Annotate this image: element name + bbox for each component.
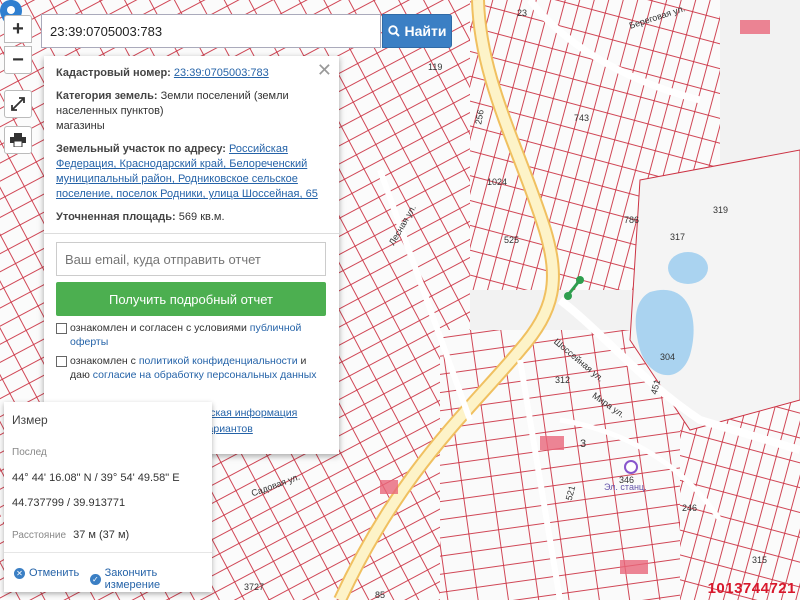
measure-coords-decimal: 44.737799 / 39.913771 [12,497,126,509]
consent-offer-text: ознакомлен и согласен с условиями [70,322,247,334]
cadastral-row: Кадастровый номер: 23:39:0705003:783 [56,66,327,81]
parcel-number: 317 [670,232,686,242]
measure-point-end [576,276,584,284]
cadastral-label: Кадастровый номер: [56,67,171,79]
parcel-number: 304 [660,352,676,362]
area-value: 569 кв.м. [178,211,225,223]
privacy-policy-link[interactable]: политикой конфиденциальности [139,355,298,367]
finish-measure-button[interactable]: ✓ Закончить измерение [90,567,212,591]
print-button[interactable] [4,126,32,154]
fullscreen-button[interactable] [4,90,32,118]
distance-label: Расстояние [12,530,67,541]
check-icon: ✓ [90,573,101,585]
consent-offer-checkbox[interactable] [56,323,67,334]
cancel-label: Отменить [29,567,80,579]
zoom-out-button[interactable]: − [4,46,32,74]
cancel-icon: ✕ [14,567,25,579]
category-label: Категория земель: [56,90,158,102]
consent-privacy-row: ознакомлен с политикой конфиденциальност… [56,354,327,382]
building-1 [540,436,564,450]
measure-divider [4,552,212,553]
poi-icon[interactable] [624,460,638,474]
consent-privacy-checkbox[interactable] [56,356,67,367]
parcel-number: 246 [682,503,698,513]
parcel-number: 525 [504,235,520,245]
parcel-number: 3 [580,438,587,450]
zoom-in-button[interactable]: + [4,15,32,43]
parcel-number: 119 [428,62,443,72]
close-icon[interactable]: ✕ [317,60,332,81]
area-row: Уточненная площадь: 569 кв.м. [56,210,327,225]
cancel-measure-button[interactable]: ✕ Отменить [14,567,79,579]
parcel-number: 312 [555,375,571,385]
measure-point-start [564,292,572,300]
poi-label: Эл. станц. [604,482,647,492]
address-label: Земельный участок по адресу: [56,143,226,155]
consent-offer-row: ознакомлен и согласен с условиями публич… [56,321,327,349]
pond-north [668,252,708,284]
distance-value: 37 м (37 м) [73,529,130,541]
fullscreen-icon [11,97,25,111]
cadastral-search-input[interactable] [41,14,381,48]
search-button-label: Найти [404,23,447,39]
category-row: Категория земель: Земли поселений (земли… [56,89,327,134]
building-2 [620,560,648,574]
parcel-number: 23 [517,8,528,18]
address-row: Земельный участок по адресу: Российская … [56,142,327,202]
measure-title: Измер [12,413,48,427]
measure-distance-row: Расстояние 37 м (37 м) [12,529,129,541]
finish-label: Закончить измерение [104,567,161,591]
measurement-panel: Измер Послед 44° 44' 16.08" N / 39° 54' … [4,402,212,592]
category-use: магазины [56,120,105,132]
search-icon [387,25,400,37]
measure-coords-dms: 44° 44' 16.08" N / 39° 54' 49.58" E [12,472,180,484]
get-report-button[interactable]: Получить подробный отчет [56,282,326,316]
listing-id-watermark: 1013744721 [707,580,796,597]
data-processing-link[interactable]: согласие на обработку персональных данны… [93,369,317,381]
cadastral-number-link[interactable]: 23:39:0705003:783 [174,67,269,79]
measure-subtitle: Послед [12,447,47,458]
parcel-number: 85 [375,590,386,600]
parcel-number: 315 [752,555,768,565]
email-input[interactable] [56,242,326,276]
print-icon [10,133,26,147]
parcel-number: 743 [574,113,590,123]
building-4 [380,480,398,494]
parcel-number: 319 [713,205,729,215]
consent-privacy-text: ознакомлен с [70,355,136,367]
parcel-number: 1024 [487,177,508,187]
building-3 [740,20,770,34]
parcel-number: 786 [624,215,640,225]
popup-divider [44,233,339,234]
parcel-number: 3727 [244,582,265,592]
parcel-info-popup: ✕ Кадастровый номер: 23:39:0705003:783 К… [44,56,339,454]
search-button[interactable]: Найти [382,14,452,48]
area-label: Уточненная площадь: [56,211,176,223]
